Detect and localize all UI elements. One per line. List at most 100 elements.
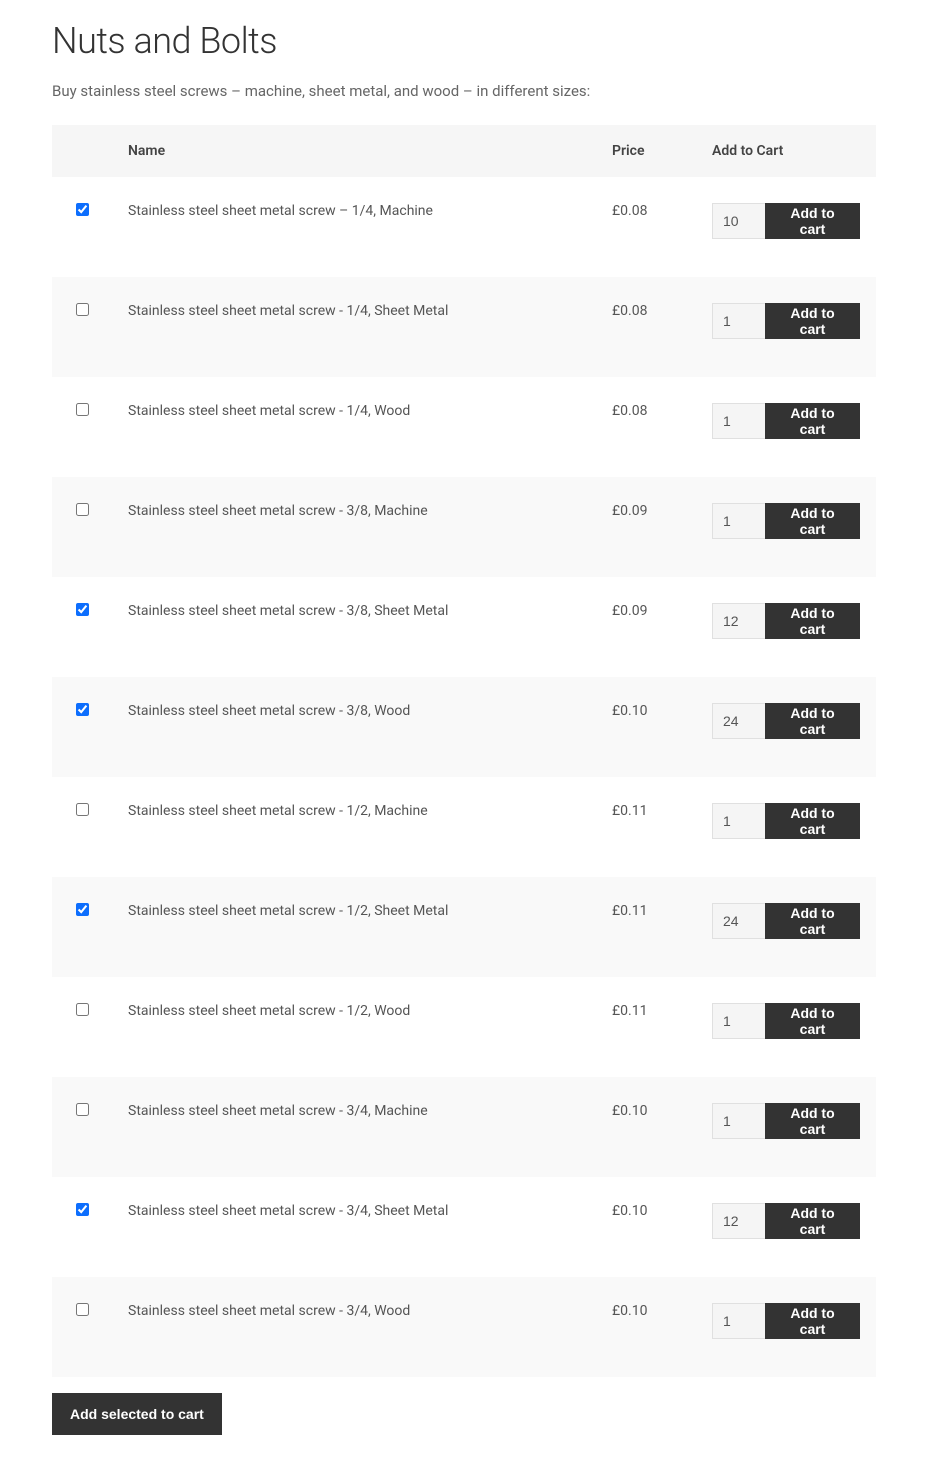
quantity-input[interactable] [712, 403, 766, 439]
cell-cart: Add to cart [696, 1077, 876, 1177]
add-to-cart-button[interactable]: Add to cart [765, 203, 860, 239]
cart-controls: Add to cart [712, 503, 860, 539]
table-row: Stainless steel sheet metal screw - 3/8,… [52, 677, 876, 777]
table-header-row: Name Price Add to Cart [52, 125, 876, 177]
product-name: Stainless steel sheet metal screw - 3/4,… [112, 1077, 596, 1177]
quantity-input[interactable] [712, 303, 766, 339]
product-price: £0.11 [596, 777, 696, 877]
quantity-input[interactable] [712, 803, 766, 839]
product-checkbox[interactable] [76, 903, 89, 916]
cell-cart: Add to cart [696, 677, 876, 777]
product-name: Stainless steel sheet metal screw – 1/4,… [112, 177, 596, 277]
add-to-cart-button[interactable]: Add to cart [765, 303, 860, 339]
product-checkbox[interactable] [76, 1103, 89, 1116]
cell-check [52, 377, 112, 477]
cell-cart: Add to cart [696, 277, 876, 377]
product-price: £0.10 [596, 1177, 696, 1277]
header-name: Name [112, 125, 596, 177]
add-to-cart-button[interactable]: Add to cart [765, 403, 860, 439]
cell-cart: Add to cart [696, 1177, 876, 1277]
add-to-cart-button[interactable]: Add to cart [765, 503, 860, 539]
product-price: £0.09 [596, 477, 696, 577]
add-to-cart-button[interactable]: Add to cart [765, 703, 860, 739]
product-checkbox[interactable] [76, 1303, 89, 1316]
cell-cart: Add to cart [696, 577, 876, 677]
add-to-cart-button[interactable]: Add to cart [765, 603, 860, 639]
quantity-input[interactable] [712, 703, 766, 739]
product-name: Stainless steel sheet metal screw - 1/4,… [112, 377, 596, 477]
cart-controls: Add to cart [712, 903, 860, 939]
add-to-cart-button[interactable]: Add to cart [765, 1103, 860, 1139]
product-checkbox[interactable] [76, 703, 89, 716]
cell-check [52, 277, 112, 377]
cell-cart: Add to cart [696, 177, 876, 277]
header-check [52, 125, 112, 177]
cell-check [52, 1077, 112, 1177]
cell-cart: Add to cart [696, 477, 876, 577]
quantity-input[interactable] [712, 1203, 766, 1239]
quantity-input[interactable] [712, 503, 766, 539]
table-row: Stainless steel sheet metal screw - 3/4,… [52, 1177, 876, 1277]
cell-cart: Add to cart [696, 977, 876, 1077]
add-to-cart-button[interactable]: Add to cart [765, 1303, 860, 1339]
cell-check [52, 177, 112, 277]
header-cart: Add to Cart [696, 125, 876, 177]
cart-controls: Add to cart [712, 303, 860, 339]
product-name: Stainless steel sheet metal screw - 1/2,… [112, 877, 596, 977]
product-checkbox[interactable] [76, 203, 89, 216]
product-checkbox[interactable] [76, 603, 89, 616]
table-row: Stainless steel sheet metal screw - 1/2,… [52, 777, 876, 877]
cart-controls: Add to cart [712, 1203, 860, 1239]
product-price: £0.11 [596, 877, 696, 977]
product-price: £0.10 [596, 677, 696, 777]
quantity-input[interactable] [712, 903, 766, 939]
add-to-cart-button[interactable]: Add to cart [765, 1203, 860, 1239]
product-checkbox[interactable] [76, 803, 89, 816]
quantity-input[interactable] [712, 1103, 766, 1139]
cell-cart: Add to cart [696, 377, 876, 477]
cart-controls: Add to cart [712, 1003, 860, 1039]
product-price: £0.09 [596, 577, 696, 677]
product-price: £0.08 [596, 377, 696, 477]
add-to-cart-button[interactable]: Add to cart [765, 1003, 860, 1039]
add-selected-button[interactable]: Add selected to cart [52, 1393, 222, 1435]
cart-controls: Add to cart [712, 403, 860, 439]
add-to-cart-button[interactable]: Add to cart [765, 803, 860, 839]
product-name: Stainless steel sheet metal screw - 3/4,… [112, 1277, 596, 1377]
cart-controls: Add to cart [712, 803, 860, 839]
product-name: Stainless steel sheet metal screw - 3/8,… [112, 477, 596, 577]
header-price: Price [596, 125, 696, 177]
product-checkbox[interactable] [76, 303, 89, 316]
table-row: Stainless steel sheet metal screw - 3/4,… [52, 1077, 876, 1177]
table-row: Stainless steel sheet metal screw - 1/4,… [52, 277, 876, 377]
product-price: £0.10 [596, 1077, 696, 1177]
cell-check [52, 777, 112, 877]
quantity-input[interactable] [712, 203, 766, 239]
cart-controls: Add to cart [712, 1303, 860, 1339]
cell-check [52, 577, 112, 677]
table-row: Stainless steel sheet metal screw - 1/4,… [52, 377, 876, 477]
cell-cart: Add to cart [696, 877, 876, 977]
product-price: £0.11 [596, 977, 696, 1077]
page-title: Nuts and Bolts [52, 20, 876, 62]
product-name: Stainless steel sheet metal screw - 3/4,… [112, 1177, 596, 1277]
page-description: Buy stainless steel screws – machine, sh… [52, 82, 876, 100]
cart-controls: Add to cart [712, 603, 860, 639]
product-name: Stainless steel sheet metal screw - 1/2,… [112, 777, 596, 877]
table-row: Stainless steel sheet metal screw - 3/4,… [52, 1277, 876, 1377]
product-checkbox[interactable] [76, 1003, 89, 1016]
table-row: Stainless steel sheet metal screw - 1/2,… [52, 877, 876, 977]
product-checkbox[interactable] [76, 403, 89, 416]
product-checkbox[interactable] [76, 503, 89, 516]
product-checkbox[interactable] [76, 1203, 89, 1216]
quantity-input[interactable] [712, 1003, 766, 1039]
product-table: Name Price Add to Cart Stainless steel s… [52, 125, 876, 1377]
cart-controls: Add to cart [712, 1103, 860, 1139]
table-row: Stainless steel sheet metal screw – 1/4,… [52, 177, 876, 277]
add-to-cart-button[interactable]: Add to cart [765, 903, 860, 939]
product-name: Stainless steel sheet metal screw - 1/4,… [112, 277, 596, 377]
quantity-input[interactable] [712, 603, 766, 639]
cell-check [52, 477, 112, 577]
quantity-input[interactable] [712, 1303, 766, 1339]
cart-controls: Add to cart [712, 703, 860, 739]
